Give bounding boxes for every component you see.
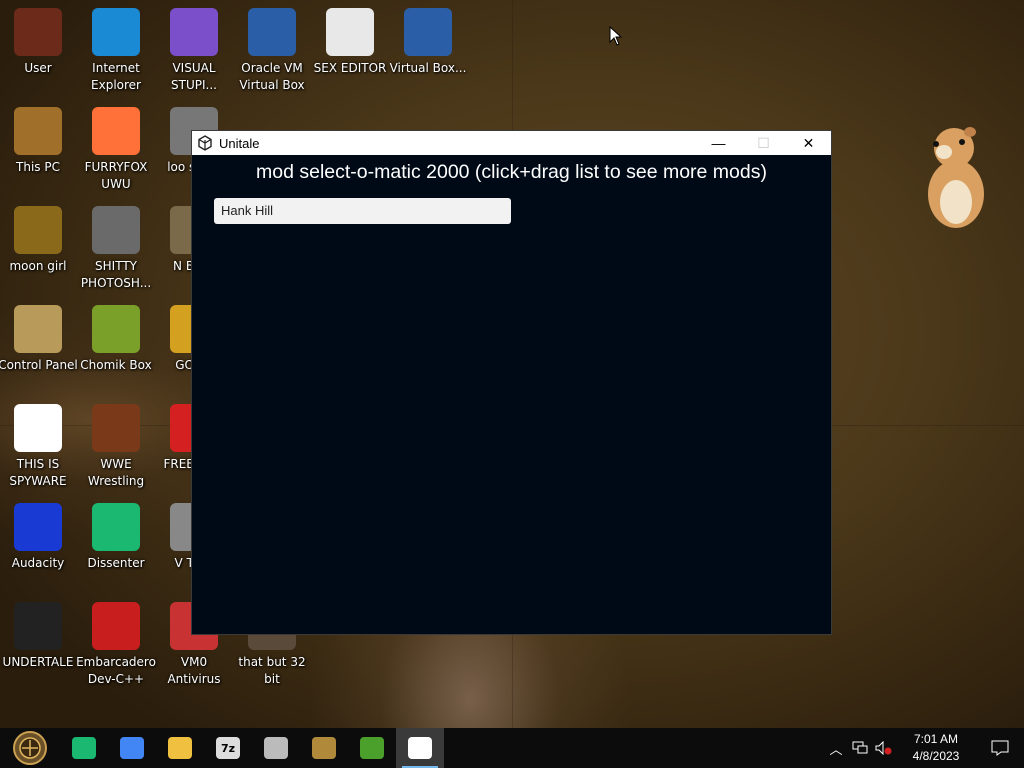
desktop-icon-label: THIS IS SPYWARE — [9, 457, 67, 488]
app-icon — [92, 305, 140, 353]
taskbar-app[interactable] — [156, 728, 204, 768]
app-icon — [92, 602, 140, 650]
desktop-icon[interactable]: Oracle VM Virtual Box — [232, 8, 312, 94]
desktop-icon-label: Dissenter — [87, 556, 145, 570]
mod-select-heading: mod select-o-matic 2000 (click+drag list… — [256, 161, 767, 183]
desktop-icon[interactable]: Control Panel — [0, 305, 78, 374]
desktop-icon-label: SHITTY PHOTOSH... — [80, 259, 152, 290]
desktop-icon[interactable]: Dissenter — [76, 503, 156, 572]
desktop-icon[interactable]: FURRYFOX UWU — [76, 107, 156, 193]
app-icon — [404, 8, 452, 56]
desktop-icon-label: Internet Explorer — [91, 61, 141, 92]
desktop-icon[interactable]: Embarcadero Dev-C++ — [76, 602, 156, 688]
desktop-icon-label: UNDERTALE — [2, 655, 74, 669]
app-icon — [14, 602, 62, 650]
app-icon — [14, 503, 62, 551]
volume-muted-icon[interactable] — [872, 728, 896, 768]
app-icon — [326, 8, 374, 56]
desktop-icon[interactable]: Internet Explorer — [76, 8, 156, 94]
desktop-icon[interactable]: UNDERTALE — [0, 602, 78, 671]
desktop-icon-label: Chomik Box — [80, 358, 152, 372]
taskbar-app[interactable] — [108, 728, 156, 768]
desktop-icon-label: FURRYFOX UWU — [84, 160, 148, 191]
desktop-icon[interactable]: Chomik Box — [76, 305, 156, 374]
desktop-icon-label: moon girl — [9, 259, 67, 273]
show-hidden-icons-icon[interactable]: ︿ — [824, 728, 848, 768]
taskbar-app[interactable] — [300, 728, 348, 768]
network-icon[interactable] — [848, 728, 872, 768]
desktop-icon-label: VM0 Antivirus — [167, 655, 221, 686]
app-icon — [14, 404, 62, 452]
start-button[interactable] — [0, 728, 60, 768]
app-icon — [92, 503, 140, 551]
desktop-icon-label: Virtual Box... — [389, 61, 467, 75]
file-explorer-icon — [168, 737, 192, 759]
system-tray: ︿ 7:01 AM 4/8/2023 — [824, 728, 1024, 768]
mouse-cursor-icon — [609, 26, 623, 46]
desktop-icon-label: Oracle VM Virtual Box — [239, 61, 305, 92]
desktop-icon[interactable]: Virtual Box... — [388, 8, 468, 77]
taskbar-app[interactable] — [60, 728, 108, 768]
desktop-icon-label: VISUAL STUPI... — [171, 61, 217, 92]
desktop-icon-label: WWE Wrestling — [87, 457, 145, 488]
desktop-icon-label: Embarcadero Dev-C++ — [76, 655, 156, 686]
desktop-icon[interactable]: WWE Wrestling — [76, 404, 156, 490]
taskbar-clock[interactable]: 7:01 AM 4/8/2023 — [896, 731, 976, 765]
desktop-icon[interactable]: SEX EDITOR — [310, 8, 390, 77]
action-center-button[interactable] — [976, 740, 1024, 756]
desktop-icon[interactable]: THIS IS SPYWARE — [0, 404, 78, 490]
taskbar: 7z ︿ 7:01 AM 4/8/2023 — [0, 728, 1024, 768]
app-icon — [92, 107, 140, 155]
taskbar-apps: 7z — [60, 728, 444, 768]
mod-list-item[interactable]: Hank Hill — [214, 198, 511, 224]
clock-time: 7:01 AM — [913, 732, 959, 746]
taskbar-app[interactable]: 7z — [204, 728, 252, 768]
disk-tool-icon — [264, 737, 288, 759]
desktop-icon-label: User — [24, 61, 52, 75]
unity-icon — [408, 737, 432, 759]
desktop-icon-label: Audacity — [11, 556, 65, 570]
dissenter-icon — [72, 737, 96, 759]
hamster-image — [928, 127, 984, 228]
desktop-icon[interactable]: User — [0, 8, 78, 77]
app-icon — [14, 107, 62, 155]
close-button[interactable]: ✕ — [786, 131, 831, 155]
chrome-icon — [120, 737, 144, 759]
app-icon — [92, 206, 140, 254]
desktop-icon[interactable]: moon girl — [0, 206, 78, 275]
desktop-icon[interactable]: This PC — [0, 107, 78, 176]
desktop-icon-label: SEX EDITOR — [313, 61, 387, 75]
desktop-icon[interactable]: VISUAL STUPI... — [154, 8, 234, 94]
window-title: Unitale — [219, 135, 260, 151]
start-orb-icon — [13, 731, 47, 765]
undertale-shortcut-icon — [312, 737, 336, 759]
app-icon — [14, 206, 62, 254]
desktop-icon-label: Control Panel — [0, 358, 78, 372]
app-icon — [92, 8, 140, 56]
notification-icon — [991, 740, 1009, 756]
app-icon — [248, 8, 296, 56]
chart-app-icon — [360, 737, 384, 759]
app-icon — [92, 404, 140, 452]
app-icon — [14, 8, 62, 56]
app-icon — [170, 8, 218, 56]
window-titlebar[interactable]: Unitale — ☐ ✕ — [192, 131, 831, 155]
desktop-icon-label: that but 32 bit — [238, 655, 306, 686]
minimize-button[interactable]: — — [696, 131, 741, 155]
clock-date: 4/8/2023 — [912, 749, 960, 763]
unity-icon — [198, 135, 212, 151]
maximize-button[interactable]: ☐ — [741, 131, 786, 155]
desktop-icon[interactable]: Audacity — [0, 503, 78, 572]
taskbar-app[interactable] — [348, 728, 396, 768]
desktop-icon[interactable]: SHITTY PHOTOSH... — [76, 206, 156, 292]
app-icon — [14, 305, 62, 353]
7zip-icon: 7z — [216, 737, 240, 759]
taskbar-app[interactable] — [252, 728, 300, 768]
desktop-icon-label: This PC — [16, 160, 60, 174]
unitale-window[interactable]: Unitale — ☐ ✕ mod select-o-matic 2000 (c… — [191, 130, 832, 635]
taskbar-app[interactable] — [396, 728, 444, 768]
